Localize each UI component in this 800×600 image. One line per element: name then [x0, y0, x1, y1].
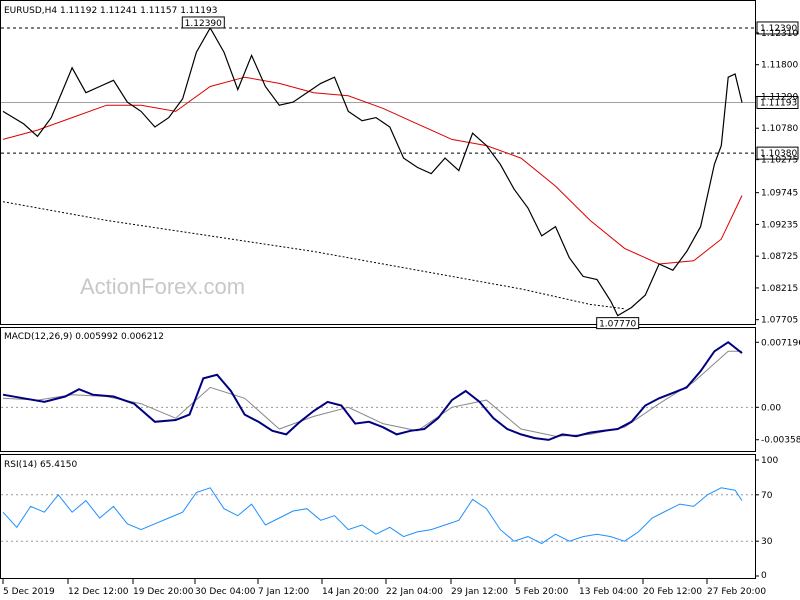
macd-axis: 0.007196 0.00 -0.003585: [755, 338, 800, 446]
price-tick-label: 1.12310: [761, 29, 798, 39]
rsi-tick-label: 100: [761, 456, 778, 466]
macd-tick-label: -0.003585: [761, 436, 800, 446]
x-tick-label: 14 Jan 20:00: [322, 587, 379, 597]
price-tick-label: 1.09745: [761, 189, 798, 199]
watermark: ActionForex.com: [80, 274, 245, 299]
price-axis: 1.12310 1.11800 1.11290 1.10780 1.10275 1.097…: [755, 29, 798, 326]
x-tick-label: 30 Dec 04:00: [195, 587, 256, 597]
rsi-tick-label: 0: [761, 571, 767, 581]
x-tick-label: 5 Feb 20:00: [515, 587, 569, 597]
x-tick-label: 29 Jan 12:00: [451, 587, 508, 597]
macd-tick-label: 0.00: [761, 403, 781, 413]
x-tick-label: 22 Jan 04:00: [386, 587, 443, 597]
rsi-tick-label: 30: [761, 537, 773, 547]
price-annotation: 1.07770: [599, 320, 636, 330]
macd-panel: [0, 327, 756, 452]
macd-tick-label: 0.007196: [761, 338, 800, 348]
price-title: EURUSD,H4 1.11192 1.11241 1.11157 1.1119…: [4, 6, 217, 16]
x-tick-label: 12 Dec 12:00: [68, 587, 129, 597]
x-tick-label: 13 Feb 04:00: [579, 587, 638, 597]
price-tick-label: 1.10275: [761, 156, 798, 166]
x-tick-label: 20 Feb 12:00: [643, 587, 702, 597]
x-axis: 5 Dec 2019 12 Dec 12:00 19 Dec 20:00 30 Dec…: [2, 579, 766, 597]
price-tick-label: 1.11290: [761, 92, 798, 102]
rsi-title: RSI(14) 65.4150: [4, 460, 77, 470]
rsi-axis: 100 70 30 0: [755, 456, 778, 581]
price-tick-label: 1.07705: [761, 316, 798, 326]
price-tick-label: 1.08725: [761, 252, 798, 262]
price-annotation: 1.12390: [185, 19, 222, 29]
price-tick-label: 1.08215: [761, 284, 798, 294]
macd-title: MACD(12,26,9) 0.005992 0.006212: [4, 332, 164, 342]
x-tick-label: 5 Dec 2019: [3, 587, 55, 597]
x-tick-label: 7 Jan 12:00: [258, 587, 310, 597]
chart-svg: ActionForex.com 1.123901.103801.11193 1.…: [0, 0, 800, 597]
rsi-tick-label: 70: [761, 491, 773, 501]
rsi-panel: [0, 454, 756, 579]
price-tick-label: 1.09235: [761, 220, 798, 230]
x-tick-label: 19 Dec 20:00: [133, 587, 194, 597]
x-tick-label: 27 Feb 20:00: [707, 587, 766, 597]
price-tick-label: 1.10780: [761, 124, 798, 134]
price-tick-label: 1.11800: [761, 61, 798, 71]
